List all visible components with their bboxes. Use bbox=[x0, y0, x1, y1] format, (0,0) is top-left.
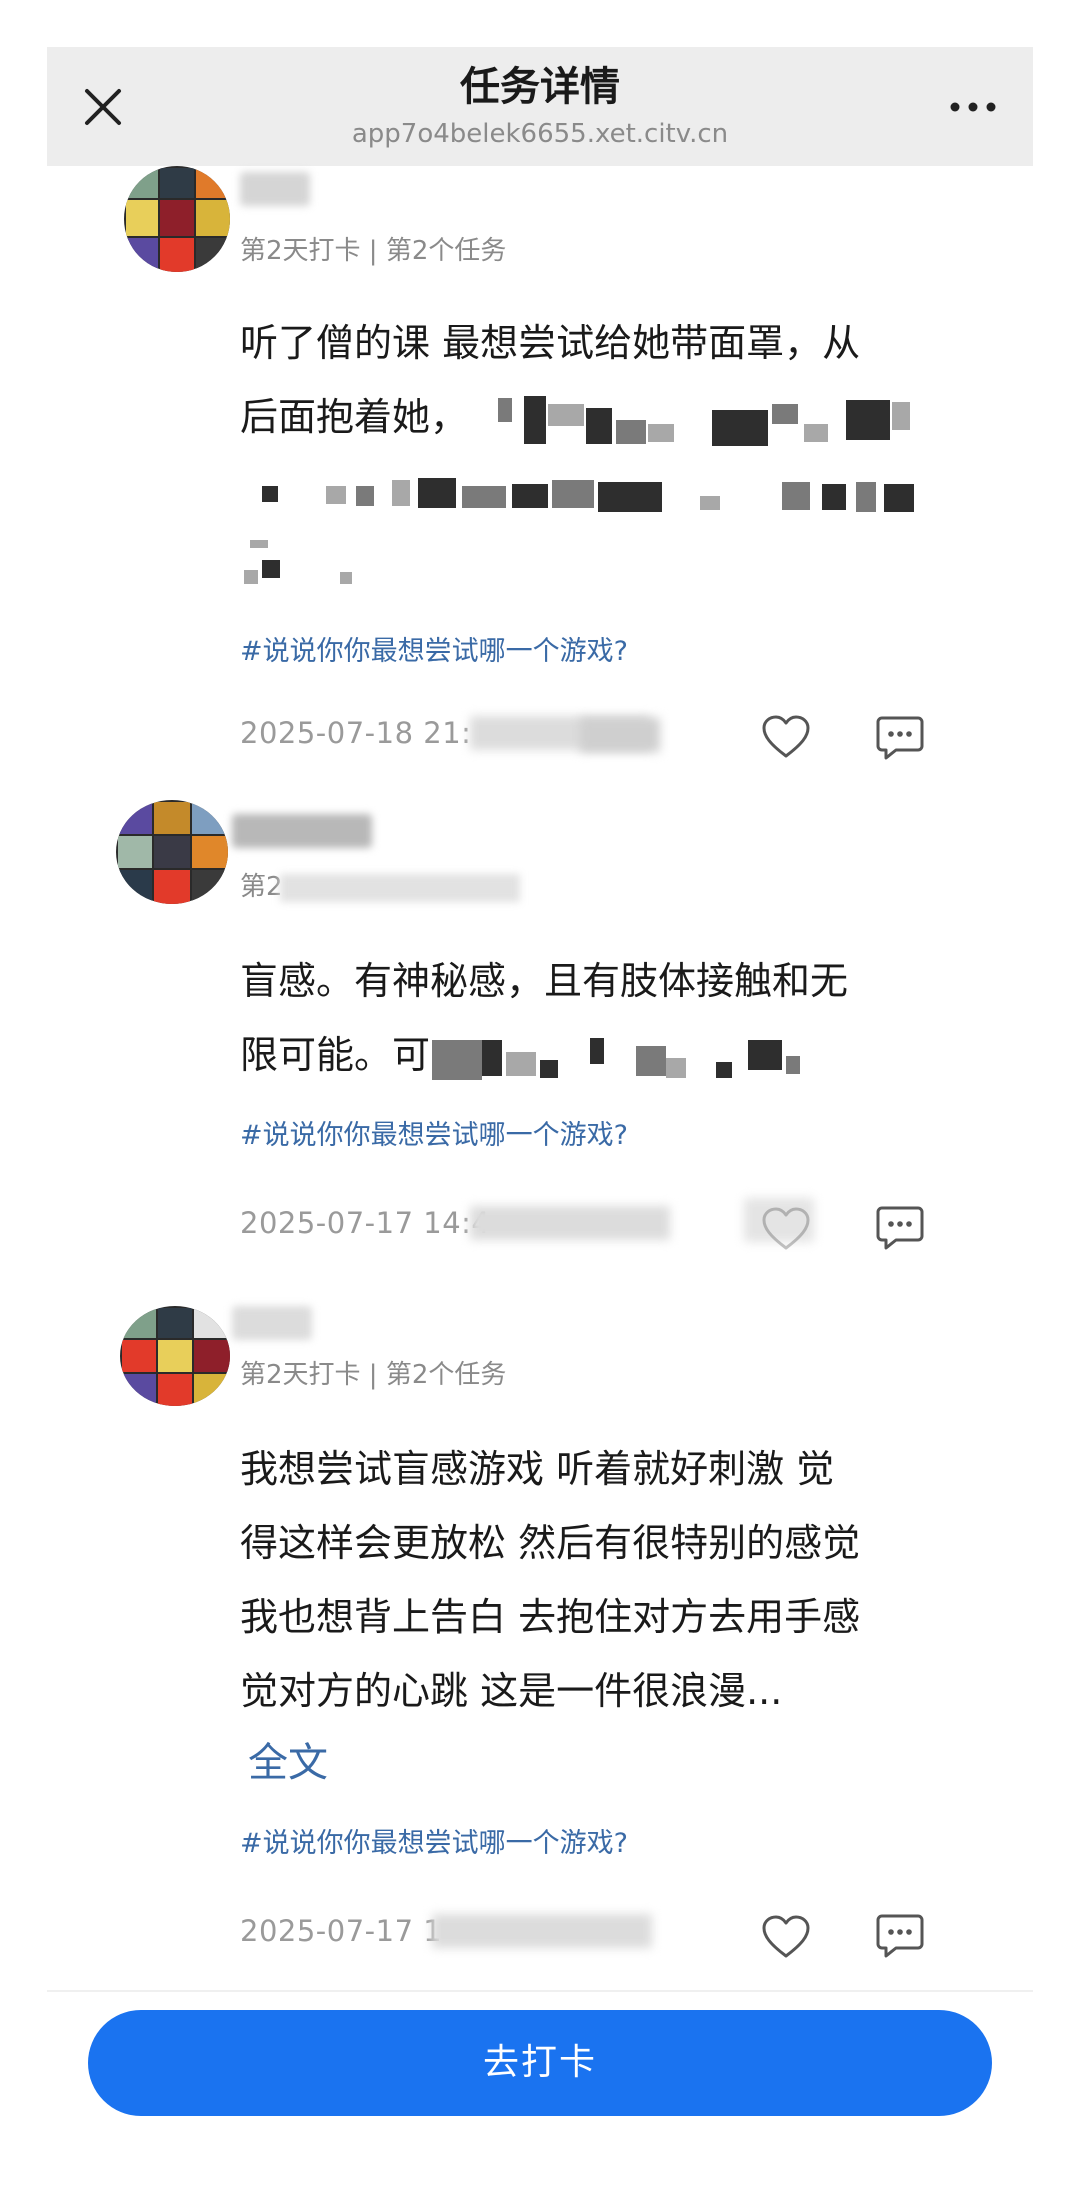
topic-tag[interactable]: #说说你你最想尝试哪一个游戏? bbox=[240, 1826, 628, 1862]
post-meta: 第2天打卡 | 第2个任务 bbox=[240, 1360, 507, 1390]
comment-button[interactable] bbox=[874, 712, 926, 764]
comment-icon bbox=[876, 1914, 924, 1958]
username-redacted bbox=[232, 1306, 312, 1340]
content-line: 得这样会更放松 然后有很特别的感觉 bbox=[240, 1521, 861, 1565]
avatar-image bbox=[116, 800, 228, 904]
content-line: 听了僧的课 最想尝试给她带面罩，从 bbox=[240, 321, 861, 365]
post-content: 盲感。有神秘感，且有肢体接触和无 限可能。可 bbox=[240, 944, 940, 1092]
post-content: 我想尝试盲感游戏 听着就好刺激 觉 得这样会更放松 然后有很特别的感觉 我也想背… bbox=[240, 1432, 940, 1728]
comment-button[interactable] bbox=[874, 1910, 926, 1962]
topic-tag[interactable]: #说说你你最想尝试哪一个游戏? bbox=[240, 1118, 628, 1154]
timestamp-redacted bbox=[470, 1206, 670, 1240]
username-redacted bbox=[232, 814, 372, 848]
avatar[interactable] bbox=[124, 166, 230, 272]
content-line: 我想尝试盲感游戏 听着就好刺激 觉 bbox=[240, 1447, 835, 1491]
meta-redacted bbox=[280, 874, 520, 902]
post-timestamp: 2025-07-18 21: bbox=[240, 716, 472, 750]
timestamp-redacted bbox=[580, 718, 660, 752]
post-meta: 第2天打卡 | 第2个任务 bbox=[240, 236, 507, 266]
footer-divider bbox=[47, 1990, 1033, 1992]
full-text-link[interactable]: 全文 bbox=[248, 1730, 328, 1788]
avatar[interactable] bbox=[116, 800, 228, 904]
comment-button[interactable] bbox=[874, 1202, 926, 1254]
like-button[interactable] bbox=[760, 712, 812, 764]
heart-icon bbox=[762, 1207, 810, 1250]
heart-icon bbox=[762, 715, 810, 758]
page: 任务详情 app7o4belek6655.xet.citv.cn 第2天打卡 |… bbox=[0, 0, 1080, 2186]
post-timestamp: 2025-07-17 14:4 bbox=[240, 1206, 491, 1240]
heart-icon bbox=[762, 1915, 810, 1958]
comment-icon bbox=[876, 716, 924, 760]
content-line: 盲感。有神秘感，且有肢体接触和无 bbox=[240, 959, 849, 1003]
more-icon bbox=[950, 102, 996, 112]
webview-header: 任务详情 app7o4belek6655.xet.citv.cn bbox=[47, 47, 1033, 166]
avatar[interactable] bbox=[120, 1306, 230, 1406]
timestamp-redacted bbox=[432, 1914, 652, 1948]
checkin-button[interactable]: 去打卡 bbox=[88, 2010, 992, 2116]
content-line: 觉对方的心跳 这是一件很浪漫... bbox=[240, 1669, 783, 1713]
page-title: 任务详情 bbox=[460, 64, 620, 110]
like-button[interactable] bbox=[760, 1204, 812, 1256]
like-button[interactable] bbox=[760, 1912, 812, 1964]
avatar-image bbox=[120, 1306, 230, 1406]
post-timestamp: 2025-07-17 1 bbox=[240, 1914, 443, 1948]
content-line: 我也想背上告白 去抱住对方去用手感 bbox=[240, 1595, 861, 1639]
username-redacted bbox=[240, 172, 310, 206]
avatar-image bbox=[124, 166, 230, 272]
post-meta: 第2 bbox=[240, 872, 283, 902]
more-button[interactable] bbox=[941, 75, 1005, 139]
comment-icon bbox=[876, 1206, 924, 1250]
topic-tag[interactable]: #说说你你最想尝试哪一个游戏? bbox=[240, 634, 628, 670]
page-url: app7o4belek6655.xet.citv.cn bbox=[351, 119, 729, 149]
